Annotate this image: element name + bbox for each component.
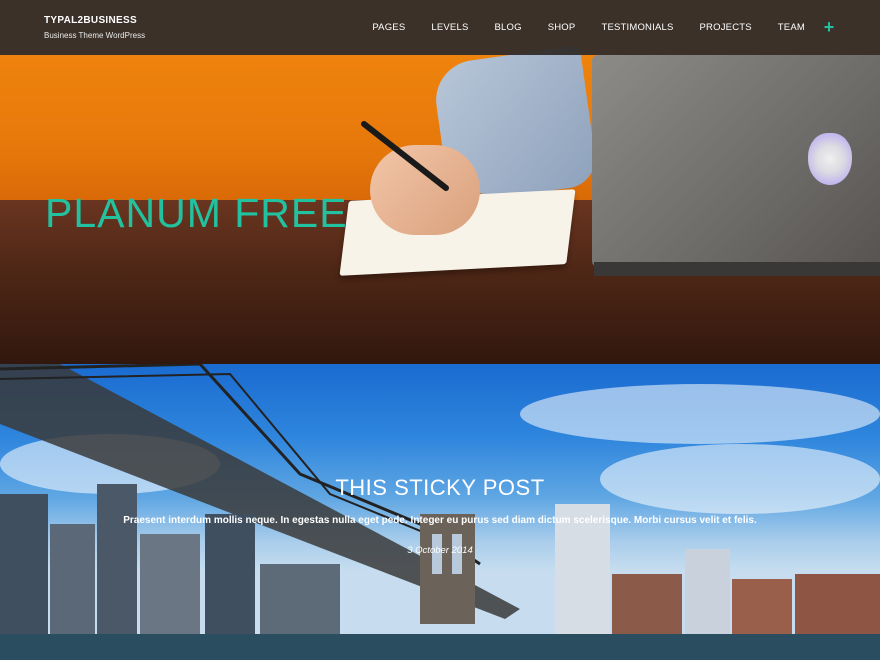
- building-shape: [260, 564, 340, 634]
- nav-item-testimonials[interactable]: TESTIMONIALS: [588, 0, 686, 55]
- nav-item-projects[interactable]: PROJECTS: [687, 0, 765, 55]
- site-tagline: Business Theme WordPress: [44, 31, 146, 40]
- plus-icon[interactable]: +: [822, 0, 836, 55]
- river-water: [0, 634, 880, 660]
- sticky-post-excerpt: Praesent interdum mollis neque. In egest…: [123, 515, 757, 526]
- site-title[interactable]: TYPAL2BUSINESS: [44, 15, 145, 26]
- nav-item-shop[interactable]: SHOP: [535, 0, 589, 55]
- sticky-post-title[interactable]: THIS STICKY POST: [0, 475, 880, 501]
- building-shape: [685, 549, 730, 634]
- main-navigation: PAGES LEVELS BLOG SHOP TESTIMONIALS PROJ…: [359, 0, 836, 55]
- site-header: TYPAL2BUSINESS Business Theme WordPress …: [0, 0, 880, 55]
- apple-logo-icon: [808, 133, 852, 185]
- nav-item-blog[interactable]: BLOG: [482, 0, 535, 55]
- building-shape: [205, 514, 255, 634]
- cloud-shape: [520, 384, 880, 444]
- building-shape: [612, 574, 682, 634]
- hero-hand-image: [370, 145, 480, 235]
- nav-item-team[interactable]: TEAM: [765, 0, 818, 55]
- nav-item-pages[interactable]: PAGES: [359, 0, 418, 55]
- nav-item-levels[interactable]: LEVELS: [418, 0, 481, 55]
- site-branding[interactable]: TYPAL2BUSINESS Business Theme WordPress: [44, 15, 145, 40]
- sticky-post-date: 3 October 2014: [407, 545, 473, 556]
- building-shape: [50, 524, 95, 634]
- building-shape: [97, 484, 137, 634]
- hero-title: PLANUM FREE: [45, 190, 348, 236]
- building-shape: [795, 574, 880, 634]
- building-shape: [732, 579, 792, 634]
- hero-laptop-base: [594, 262, 880, 276]
